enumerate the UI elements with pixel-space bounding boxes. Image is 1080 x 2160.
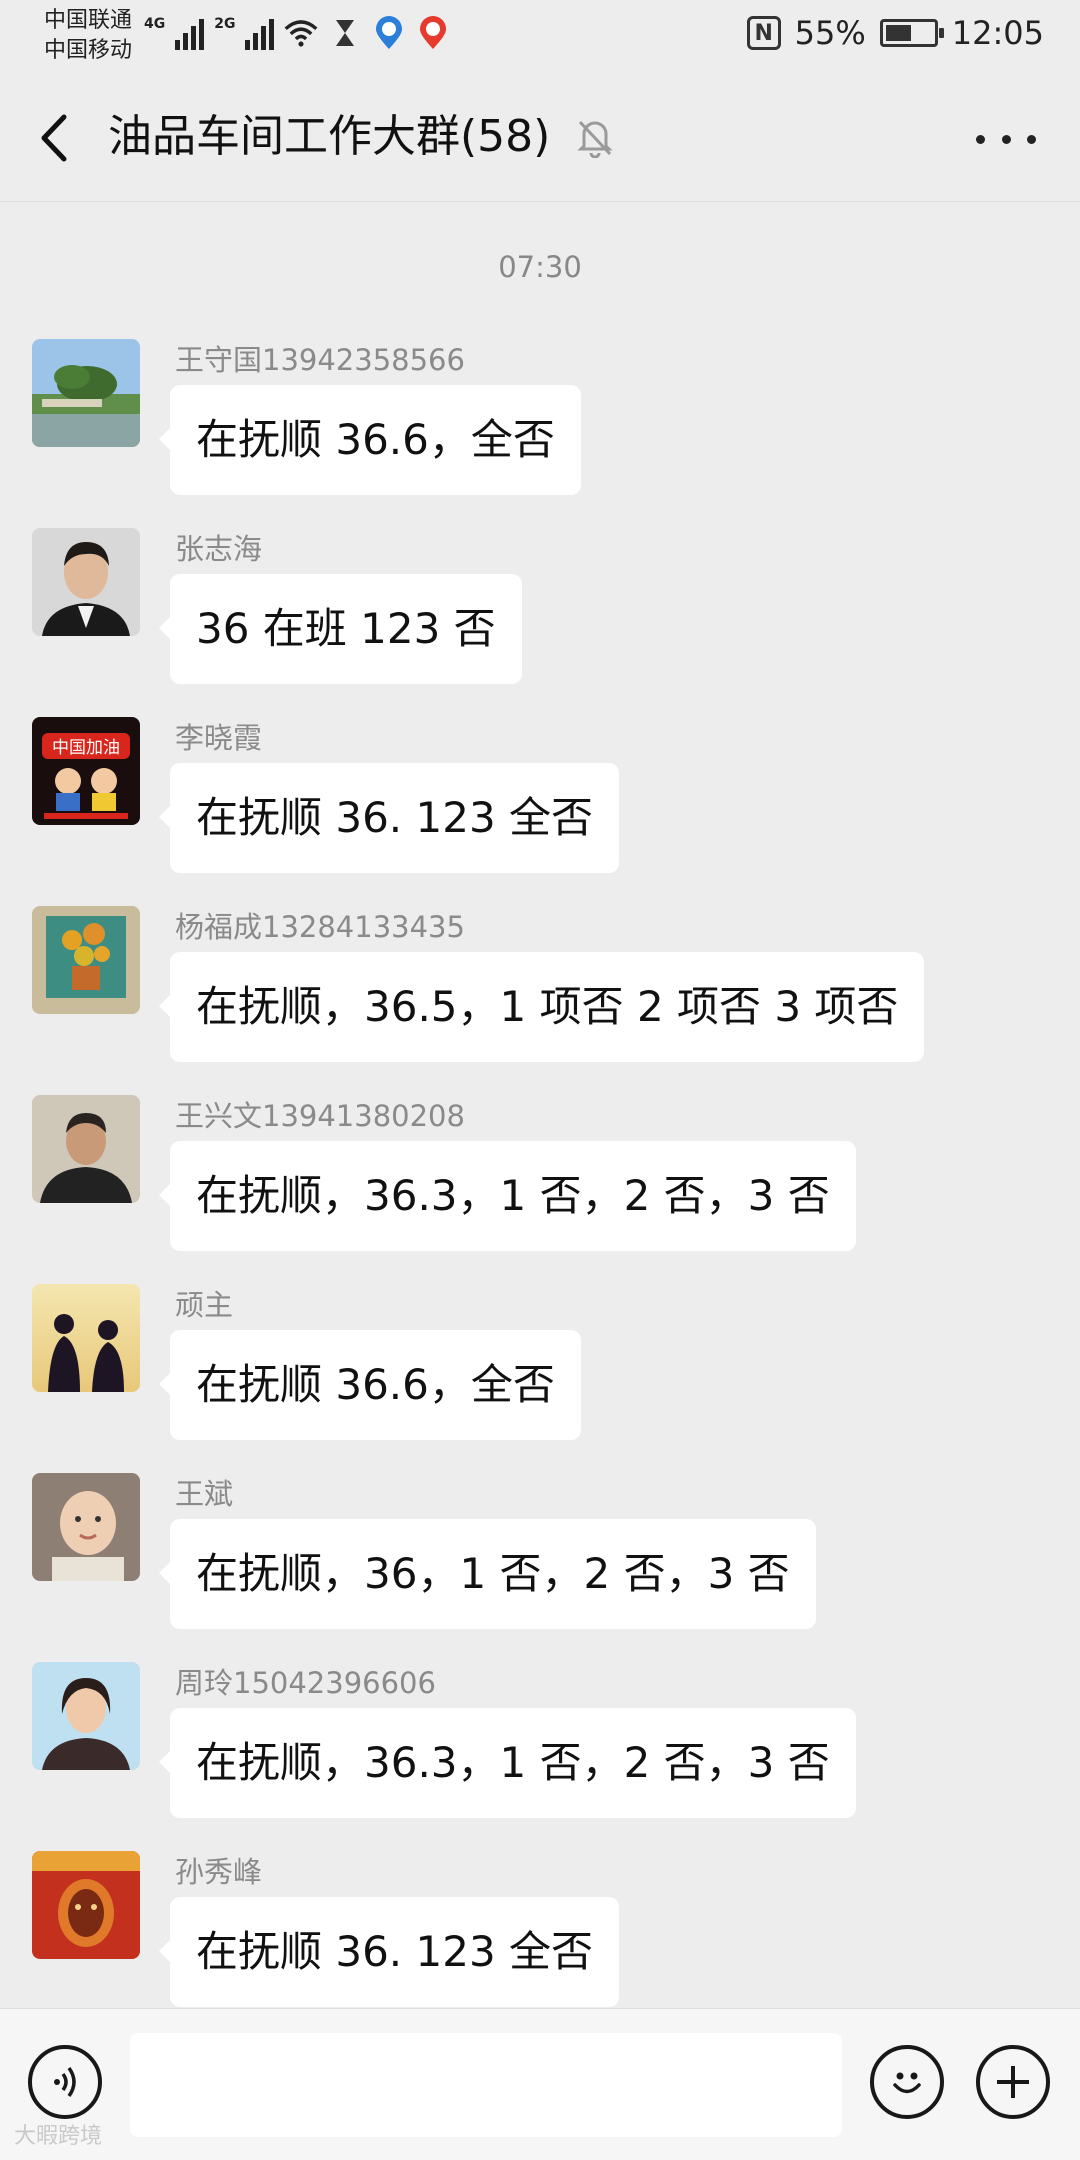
voice-button[interactable] (28, 2045, 102, 2119)
avatar[interactable] (32, 1851, 140, 1959)
message-item: 孙秀峰 在抚顺 36. 123 全否 (0, 1851, 1080, 2008)
sender-name: 顽主 (175, 1288, 234, 1322)
emoji-button[interactable] (870, 2045, 944, 2119)
message-bubble[interactable]: 36 在班 123 否 (159, 574, 522, 684)
avatar[interactable] (32, 1095, 140, 1203)
plus-icon (997, 2066, 1029, 2098)
message-item: 王守国13942358566 在抚顺 36.6，全否 (0, 339, 1080, 528)
signal-icon (175, 16, 205, 50)
message-item: 王斌 在抚顺，36，1 否，2 否，3 否 (0, 1473, 1080, 1662)
network-type-1: 4G (144, 16, 166, 32)
sender-name: 周玲15042396606 (175, 1666, 436, 1700)
carrier-2: 中国移动 (44, 38, 133, 63)
avatar-text: 中国加油 (52, 738, 120, 758)
message-item: 中国加油 李晓霞 在抚顺 36. 123 全否 (0, 717, 1080, 906)
battery-icon (879, 19, 944, 47)
avatar[interactable]: 中国加油 (32, 717, 140, 825)
watermark: 大暇跨境 (14, 2124, 103, 2149)
message-bubble[interactable]: 在抚顺 36.6，全否 (159, 385, 581, 495)
sender-name: 王斌 (175, 1477, 234, 1511)
message-bubble[interactable]: 在抚顺 36. 123 全否 (158, 1897, 620, 2007)
signal-icon (245, 16, 275, 50)
carrier-1: 中国联通 (44, 8, 133, 33)
more-button[interactable] (976, 124, 1036, 154)
message-bubble[interactable]: 在抚顺，36.3，1 否，2 否，3 否 (159, 1141, 856, 1251)
chat-title: 油品车间工作大群(58) (108, 111, 551, 162)
mute-bell-icon (574, 116, 616, 159)
sender-name: 王兴文13941380208 (175, 1099, 465, 1133)
map-pin-icon (372, 16, 406, 50)
sender-name: 王守国13942358566 (175, 343, 465, 377)
message-item: 张志海 36 在班 123 否 (0, 528, 1080, 717)
status-icons-right: N 55% 12:05 (746, 14, 1044, 52)
message-item: 杨福成13284133435 在抚顺，36.5，1 项否 2 项否 3 项否 (0, 906, 1080, 1095)
chat-header: 油品车间工作大群(58) (0, 72, 1080, 202)
sender-name: 李晓霞 (175, 721, 263, 755)
chat-screen: 中国联通 中国移动 4G 2G N 55% 12:05 油品车间工作大群(58)… (0, 0, 1080, 2160)
message-input[interactable] (130, 2033, 842, 2137)
avatar[interactable] (32, 339, 140, 447)
emoji-icon (893, 2072, 921, 2094)
network-type-2: 2G (214, 16, 236, 32)
sender-name: 孙秀峰 (175, 1855, 263, 1889)
plus-button[interactable] (976, 2045, 1050, 2119)
message-item: 周玲15042396606 在抚顺，36.3，1 否，2 否，3 否 (0, 1662, 1080, 1851)
message-item: 王兴文13941380208 在抚顺，36.3，1 否，2 否，3 否 (0, 1095, 1080, 1284)
nfc-icon: N (746, 16, 781, 50)
status-icons-left: 4G 2G (144, 16, 450, 50)
back-icon (41, 114, 67, 162)
clock: 12:05 (951, 14, 1044, 52)
carrier-names: 中国联通 中国移动 (44, 6, 132, 66)
message-list[interactable]: 07:30 王守国13942358566 在抚顺 36.6，全否 张志海 36 … (0, 202, 1080, 2008)
avatar[interactable] (32, 906, 140, 1014)
time-divider: 07:30 (498, 250, 582, 284)
hourglass-icon (328, 16, 362, 50)
status-bar: 中国联通 中国移动 4G 2G N 55% 12:05 (0, 0, 1080, 72)
battery-percent: 55% (794, 14, 866, 52)
avatar[interactable] (32, 1473, 140, 1581)
avatar[interactable] (32, 1662, 140, 1770)
avatar[interactable] (32, 528, 140, 636)
back-button[interactable] (30, 108, 80, 168)
map-pin-red-icon (416, 16, 450, 50)
message-bubble[interactable]: 在抚顺 36. 123 全否 (158, 763, 620, 873)
message-bubble[interactable]: 在抚顺，36，1 否，2 否，3 否 (159, 1519, 816, 1629)
wifi-icon (284, 16, 318, 50)
message-bubble[interactable]: 在抚顺，36.5，1 项否 2 项否 3 项否 (158, 952, 925, 1062)
voice-icon (54, 2066, 76, 2098)
message-bubble[interactable]: 在抚顺，36.3，1 否，2 否，3 否 (159, 1708, 856, 1818)
input-bar (0, 2008, 1080, 2160)
more-icon (976, 134, 985, 144)
message-bubble[interactable]: 在抚顺 36.6，全否 (159, 1330, 581, 1440)
avatar[interactable] (32, 1284, 140, 1392)
sender-name: 杨福成13284133435 (175, 910, 465, 944)
sender-name: 张志海 (175, 532, 263, 566)
battery-fill (885, 25, 911, 41)
message-item: 顽主 在抚顺 36.6，全否 (0, 1284, 1080, 1473)
